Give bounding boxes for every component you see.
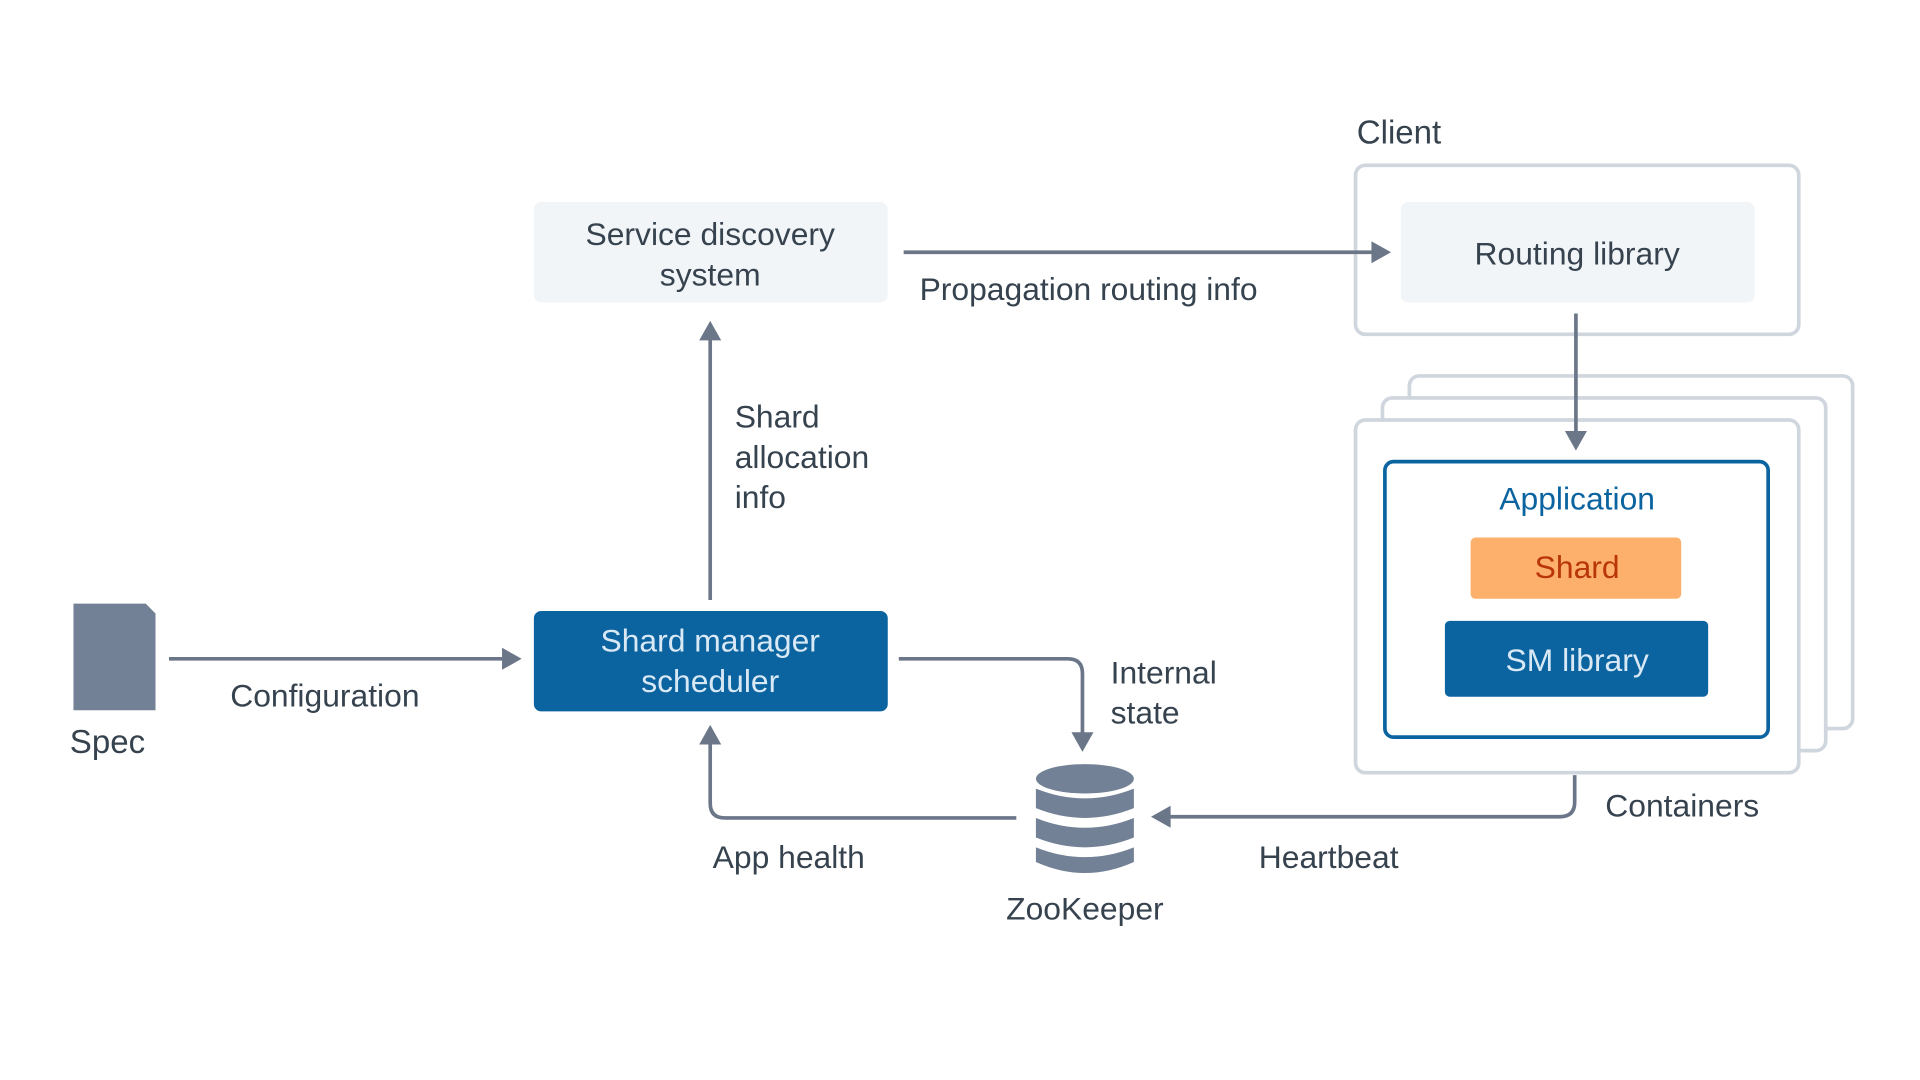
shard-label: Shard xyxy=(1535,549,1620,585)
heartbeat-label: Heartbeat xyxy=(1259,839,1399,875)
propagation-label: Propagation routing info xyxy=(920,271,1258,307)
internal-state-edge xyxy=(898,656,1094,752)
internal-state-label-1: Internal xyxy=(1111,654,1217,690)
database-icon xyxy=(1035,764,1134,874)
app-health-label: App health xyxy=(713,839,865,875)
shard-manager-scheduler-node: Shard manager scheduler xyxy=(533,611,888,712)
internal-state-label-2: state xyxy=(1111,695,1180,731)
zookeeper-label: ZooKeeper xyxy=(1006,891,1164,927)
shard-manager-label-2: scheduler xyxy=(641,663,779,699)
shard-manager-label-1: Shard manager xyxy=(601,622,821,658)
application-label: Application xyxy=(1499,480,1655,516)
client-label: Client xyxy=(1357,114,1441,151)
propagation-edge xyxy=(903,241,1392,264)
spec-label: Spec xyxy=(70,724,145,761)
shard-allocation-label-2: allocation xyxy=(735,439,869,475)
app-health-edge xyxy=(699,724,1017,820)
document-icon xyxy=(73,603,156,711)
heartbeat-edge xyxy=(1151,775,1577,828)
service-discovery-node: Service discovery system xyxy=(533,202,888,303)
shard-allocation-edge xyxy=(699,320,722,600)
containers-label: Containers xyxy=(1605,788,1759,824)
service-discovery-label-1: Service discovery xyxy=(586,216,835,252)
shard-manager-architecture-diagram: Service discovery system Client Routing … xyxy=(70,114,1855,927)
shard-allocation-label-3: info xyxy=(735,479,786,515)
configuration-edge xyxy=(168,647,522,670)
configuration-label: Configuration xyxy=(230,678,419,714)
sm-library-label: SM library xyxy=(1506,642,1649,678)
routing-library-node: Routing library xyxy=(1400,202,1755,303)
service-discovery-label-2: system xyxy=(660,256,761,292)
routing-library-label: Routing library xyxy=(1475,235,1680,271)
shard-allocation-label-1: Shard xyxy=(735,398,820,434)
application-node: Application Shard SM library xyxy=(1383,459,1771,739)
